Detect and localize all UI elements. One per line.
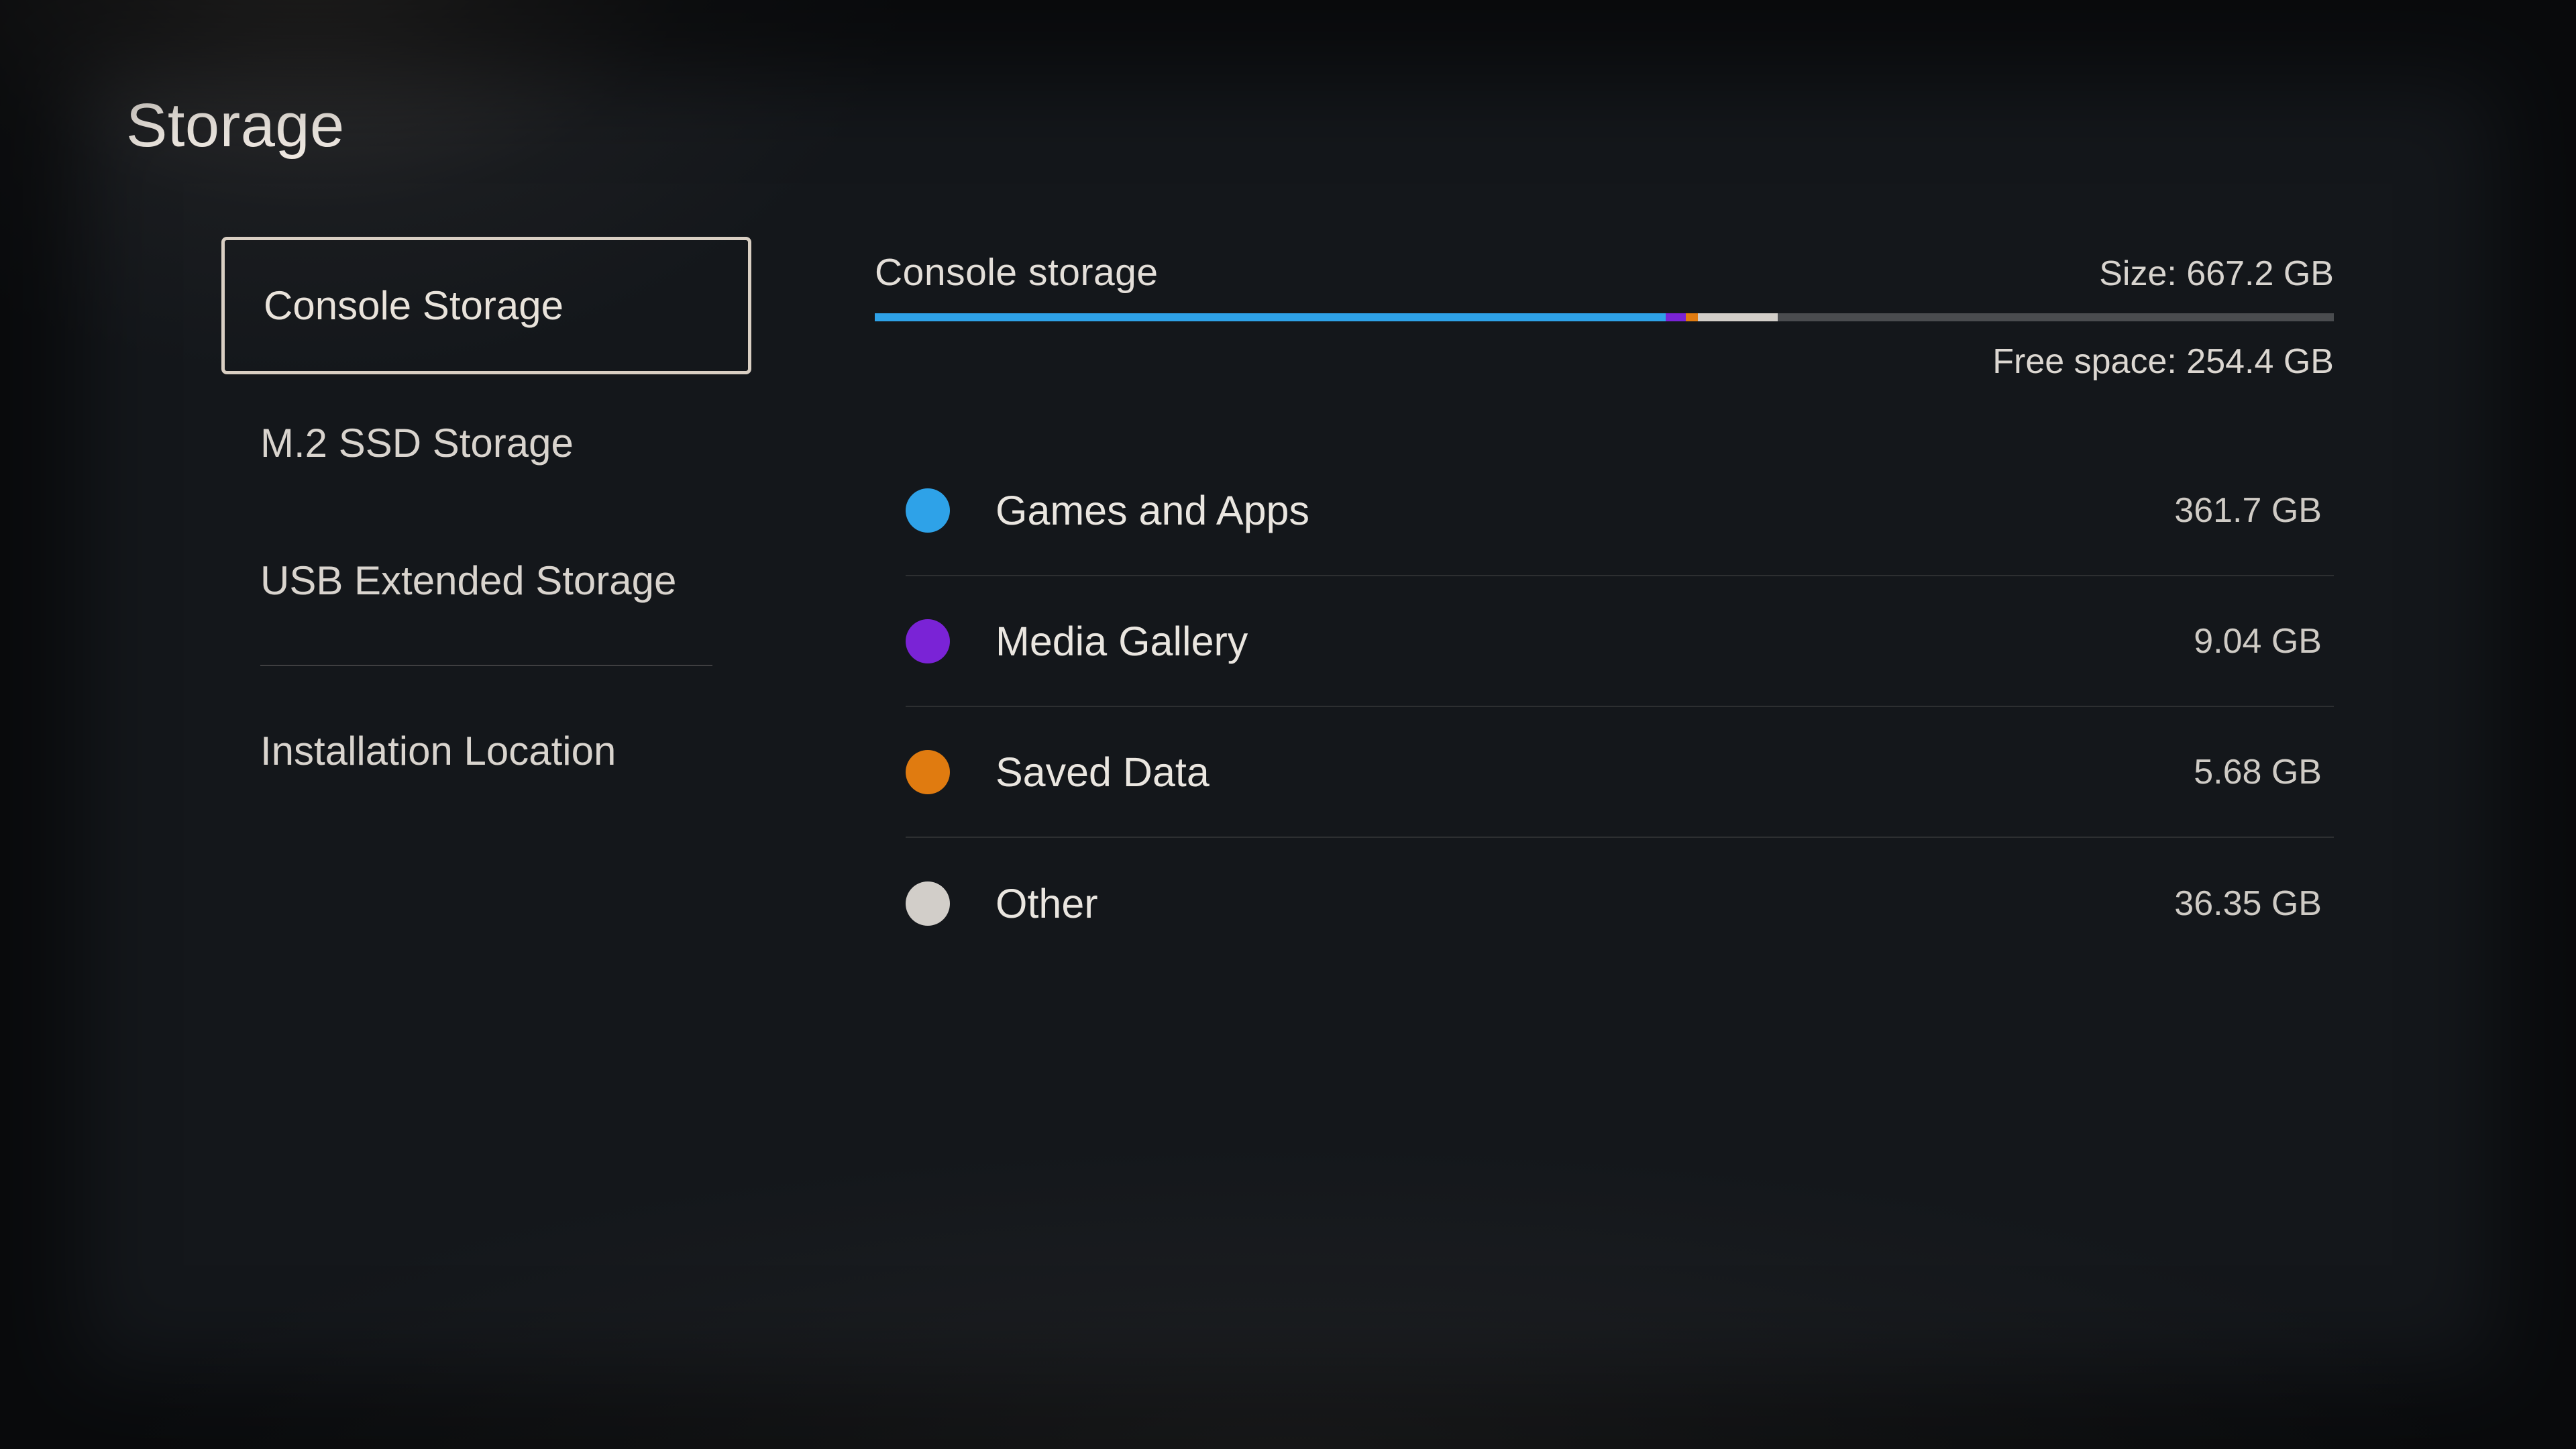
sidebar-item-label: M.2 SSD Storage — [260, 420, 574, 466]
sidebar-item-console-storage[interactable]: Console Storage — [221, 237, 751, 374]
storage-summary-title: Console storage — [875, 250, 1159, 294]
storage-sidebar: Console Storage M.2 SSD Storage USB Exte… — [221, 237, 751, 820]
category-swatch-icon — [906, 488, 950, 533]
storage-category-list: Games and Apps361.7 GBMedia Gallery9.04 … — [906, 445, 2334, 969]
page-title: Storage — [126, 91, 345, 161]
category-swatch-icon — [906, 619, 950, 663]
usage-bar-segment — [875, 313, 1666, 321]
sidebar-item-m2-ssd-storage[interactable]: M.2 SSD Storage — [221, 374, 751, 512]
category-swatch-icon — [906, 881, 950, 926]
storage-category-row[interactable]: Media Gallery9.04 GB — [906, 576, 2334, 707]
usage-bar-segment — [1698, 313, 1777, 321]
sidebar-item-installation-location[interactable]: Installation Location — [221, 682, 751, 820]
category-swatch-icon — [906, 750, 950, 794]
usage-bar-segment — [1686, 313, 1699, 321]
category-label: Saved Data — [996, 749, 2194, 796]
category-value: 9.04 GB — [2194, 621, 2322, 661]
storage-summary-row: Console storage Size: 667.2 GB — [875, 250, 2334, 294]
storage-category-row[interactable]: Other36.35 GB — [906, 838, 2334, 969]
category-label: Games and Apps — [996, 487, 2174, 534]
usage-bar-segment — [1666, 313, 1685, 321]
storage-category-row[interactable]: Saved Data5.68 GB — [906, 707, 2334, 838]
category-label: Media Gallery — [996, 618, 2194, 665]
category-value: 5.68 GB — [2194, 752, 2322, 792]
category-label: Other — [996, 880, 2174, 927]
sidebar-item-usb-extended-storage[interactable]: USB Extended Storage — [221, 512, 751, 649]
sidebar-item-label: USB Extended Storage — [260, 557, 676, 604]
sidebar-item-label: Installation Location — [260, 728, 616, 774]
storage-usage-bar — [875, 313, 2334, 321]
storage-free-space: Free space: 254.4 GB — [875, 341, 2334, 382]
category-value: 36.35 GB — [2174, 883, 2322, 924]
storage-category-row[interactable]: Games and Apps361.7 GB — [906, 445, 2334, 576]
sidebar-item-label: Console Storage — [264, 282, 564, 329]
sidebar-divider — [260, 665, 712, 666]
category-value: 361.7 GB — [2174, 490, 2322, 531]
storage-detail-panel: Console storage Size: 667.2 GB Free spac… — [875, 250, 2334, 969]
storage-total-size: Size: 667.2 GB — [2099, 254, 2334, 294]
